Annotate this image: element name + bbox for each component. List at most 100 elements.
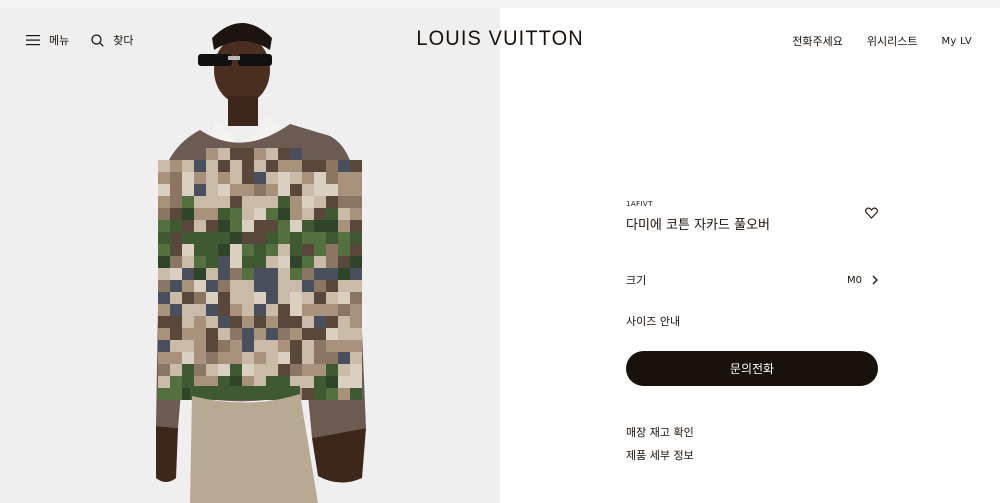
sweater-pixel (266, 184, 278, 196)
sweater-pixel (170, 268, 182, 280)
sweater-pixel (326, 292, 338, 304)
sweater-pixel (290, 328, 302, 340)
sweater-pixel (194, 292, 206, 304)
sweater-pixel (338, 352, 350, 364)
sweater-pixel (314, 304, 326, 316)
sweater-pixel (218, 256, 230, 268)
contact-call-button[interactable]: 문의전화 (626, 351, 878, 386)
sweater-pixel (242, 364, 254, 376)
sweater-pixel (242, 208, 254, 220)
sweater-pixel (314, 316, 326, 328)
call-us-link[interactable]: 전화주세요 (792, 33, 843, 49)
sweater-pixel (218, 268, 230, 280)
sweater-pixel (338, 196, 350, 208)
sweater-pixel (242, 304, 254, 316)
sweater-pixel (338, 340, 350, 352)
sweater-pixel (242, 196, 254, 208)
sweater-pixel (278, 352, 290, 364)
sweater-pixel (242, 172, 254, 184)
sweater-pixel (242, 328, 254, 340)
sweater-pixel (326, 340, 338, 352)
sweater-pixel (230, 364, 242, 376)
sweater-pixel (350, 340, 362, 352)
sweater-pixel (326, 352, 338, 364)
sweater-pixel (314, 184, 326, 196)
product-details-link[interactable]: 제품 세부 정보 (626, 447, 694, 463)
sweater-pixel (182, 220, 194, 232)
sweater-pixel (194, 256, 206, 268)
sweater-pixel (326, 316, 338, 328)
sweater-pixel (326, 388, 338, 400)
store-stock-link[interactable]: 매장 재고 확인 (626, 424, 694, 440)
sweater-pixel (206, 160, 218, 172)
sweater-pixel (206, 292, 218, 304)
sweater-pixel (314, 340, 326, 352)
sweater-pixel (206, 352, 218, 364)
sweater-pixel (350, 244, 362, 256)
sweater-pixel (230, 316, 242, 328)
sweater-pixel (230, 256, 242, 268)
sweater-pixel (302, 352, 314, 364)
sweater-pixel (266, 364, 278, 376)
sweater-pixel (254, 364, 266, 376)
sweater-pixel (278, 148, 290, 160)
size-guide-link[interactable]: 사이즈 안내 (626, 313, 680, 329)
sweater-pixel (218, 352, 230, 364)
sweater-pixel (242, 280, 254, 292)
my-lv-link[interactable]: My LV (941, 36, 972, 47)
sweater-pixel (338, 388, 350, 400)
sweater-pixel (158, 160, 170, 172)
sweater-pixel (254, 316, 266, 328)
sweater-pixel (314, 208, 326, 220)
size-selector[interactable]: 크기 M0 (626, 272, 878, 288)
sweater-pixel (266, 280, 278, 292)
sweater-pixel (194, 220, 206, 232)
sweater-pixel (242, 220, 254, 232)
sweater-pixel (278, 328, 290, 340)
sweater-pixel (278, 304, 290, 316)
sweater-pixel (218, 172, 230, 184)
sweater-pixel (278, 280, 290, 292)
sweater-pixel (302, 328, 314, 340)
sweater-pixel (350, 172, 362, 184)
sweater-pixel (254, 340, 266, 352)
sweater-pixel (158, 352, 170, 364)
sweater-pixel (326, 364, 338, 376)
sweater-pixel (170, 208, 182, 220)
sweater-pixel (290, 304, 302, 316)
sweater-pixel (302, 376, 314, 388)
add-to-wishlist-button[interactable] (865, 204, 878, 223)
sweater-pixel (218, 160, 230, 172)
sweater-pixel (206, 184, 218, 196)
sweater-pixel (326, 244, 338, 256)
sweater-pixel (218, 208, 230, 220)
sweater-pixel (182, 340, 194, 352)
sweater-pixel (170, 160, 182, 172)
model-hand-left (156, 426, 178, 482)
sweater-pixel (278, 316, 290, 328)
sweater-pixel (194, 340, 206, 352)
sweater-pixel (170, 220, 182, 232)
sweater-pixel (218, 184, 230, 196)
sweater-pixel (158, 232, 170, 244)
sweater-pixel (338, 364, 350, 376)
sweater-pixel (314, 196, 326, 208)
wishlist-link[interactable]: 위시리스트 (867, 33, 918, 49)
sweater-pixel (338, 268, 350, 280)
sweater-pixel (350, 304, 362, 316)
sweater-pixel (290, 208, 302, 220)
sweater-pixel (350, 256, 362, 268)
sweater-pixel (242, 244, 254, 256)
sweater-pixel (266, 172, 278, 184)
sweater-pixel (182, 328, 194, 340)
heart-icon (865, 207, 878, 219)
sweater-pixel (278, 208, 290, 220)
sweater-pixel (278, 220, 290, 232)
sweater-pixel (206, 256, 218, 268)
sweater-pixel (254, 232, 266, 244)
sweater-pixel (206, 340, 218, 352)
sweater-pixel (314, 160, 326, 172)
sweater-pixel (218, 292, 230, 304)
sweater-pixel (266, 196, 278, 208)
sweater-pixel (206, 196, 218, 208)
